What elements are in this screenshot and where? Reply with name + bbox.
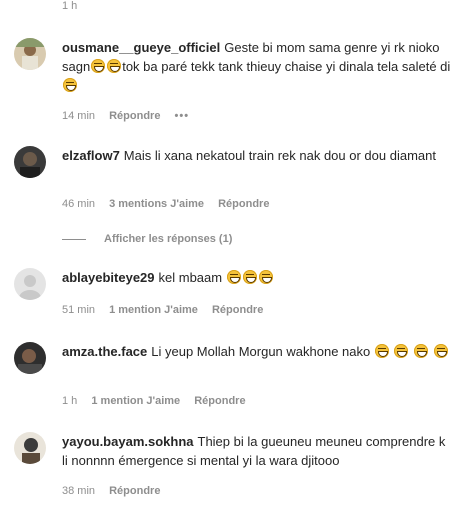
- comment-time: 14 min: [62, 110, 96, 122]
- show-replies-label: Afficher les réponses (1): [104, 233, 233, 245]
- avatar[interactable]: [14, 342, 46, 374]
- comment-meta: 1 h 1 mention J'aime Répondre: [62, 395, 257, 407]
- grinning-squint-emoji-icon: [374, 344, 389, 358]
- avatar[interactable]: [14, 38, 46, 70]
- comment-meta: 46 min 3 mentions J'aime Répondre: [62, 198, 280, 210]
- comment-time: 1 h: [62, 395, 78, 407]
- comment-meta: 51 min 1 mention J'aime Répondre: [62, 304, 274, 316]
- comment-meta: 14 min Répondre •••: [62, 110, 200, 122]
- comment-body: amza.the.face Li yeup Mollah Morgun wakho…: [62, 342, 454, 361]
- likes-count-button[interactable]: 1 mention J'aime: [91, 395, 180, 407]
- avatar-image: [14, 146, 46, 178]
- grinning-squint-emoji-icon: [107, 59, 122, 73]
- comment-username[interactable]: ablayebiteye29: [62, 270, 155, 285]
- grinning-squint-emoji-icon: [394, 344, 409, 358]
- comment-time: 38 min: [62, 485, 96, 497]
- grinning-squint-emoji-icon: [414, 344, 429, 358]
- divider-line: [62, 238, 86, 240]
- grinning-squint-emoji-icon: [91, 59, 106, 73]
- grinning-squint-emoji-icon: [433, 344, 448, 358]
- comment-text: Mais li xana nekatoul train rek nak dou …: [123, 148, 436, 163]
- comment-username[interactable]: elzaflow7: [62, 148, 120, 163]
- reply-button[interactable]: Répondre: [194, 395, 245, 407]
- grinning-squint-emoji-icon: [242, 270, 257, 284]
- avatar[interactable]: [14, 432, 46, 464]
- comment-body: ousmane__gueye_officiel Geste bi mom sama…: [62, 38, 454, 95]
- avatar[interactable]: [14, 146, 46, 178]
- reply-button[interactable]: Répondre: [218, 198, 269, 210]
- comment-time: 46 min: [62, 198, 96, 210]
- comment-text: kel mbaam: [158, 270, 223, 285]
- comment-time: 51 min: [62, 304, 96, 316]
- comment-username[interactable]: amza.the.face: [62, 344, 147, 359]
- avatar-image: [14, 38, 46, 70]
- likes-count-button[interactable]: 1 mention J'aime: [109, 304, 198, 316]
- comment-body: elzaflow7 Mais li xana nekatoul train rek…: [62, 146, 454, 165]
- avatar-image: [14, 342, 46, 374]
- comment-text: Li yeup Mollah Morgun wakhone nako: [151, 344, 371, 359]
- grinning-squint-emoji-icon: [258, 270, 273, 284]
- avatar-image: [14, 432, 46, 464]
- reply-button[interactable]: Répondre: [109, 110, 160, 122]
- likes-count-button[interactable]: 3 mentions J'aime: [109, 198, 204, 210]
- previous-comment-meta: 1 h: [62, 0, 78, 12]
- comment-username[interactable]: ousmane__gueye_officiel: [62, 40, 220, 55]
- comment-body: yayou.bayam.sokhna Thiep bi la gueuneu me…: [62, 432, 454, 470]
- comment-meta: 38 min Répondre: [62, 485, 171, 497]
- comment-username[interactable]: yayou.bayam.sokhna: [62, 434, 194, 449]
- show-replies-button[interactable]: Afficher les réponses (1): [62, 233, 232, 245]
- comment-body: ablayebiteye29 kel mbaam: [62, 268, 454, 287]
- reply-button[interactable]: Répondre: [109, 485, 160, 497]
- avatar[interactable]: [14, 268, 46, 300]
- grinning-squint-emoji-icon: [63, 78, 77, 92]
- grinning-squint-emoji-icon: [226, 270, 241, 284]
- comment-text-continued: tok ba paré tekk tank thieuy chaise yi d…: [122, 59, 451, 74]
- more-options-icon[interactable]: •••: [175, 110, 190, 122]
- reply-button[interactable]: Répondre: [212, 304, 263, 316]
- avatar-image: [14, 268, 46, 300]
